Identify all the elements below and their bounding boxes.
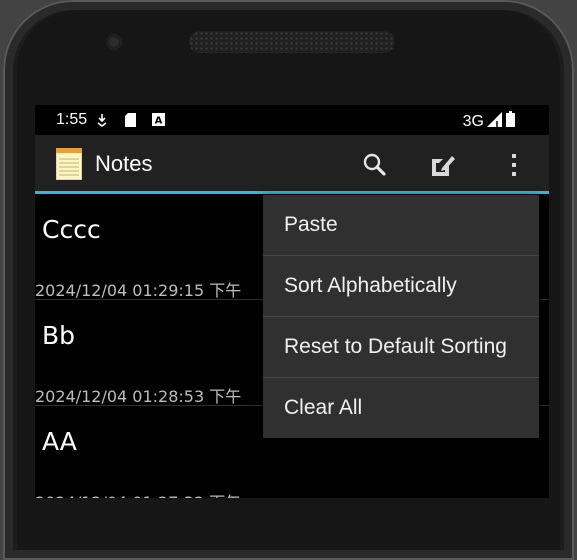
front-camera bbox=[106, 34, 122, 50]
menu-item-clear-all[interactable]: Clear All bbox=[263, 378, 539, 438]
app-title: Notes bbox=[95, 151, 153, 176]
menu-item-reset-sorting[interactable]: Reset to Default Sorting bbox=[263, 317, 539, 378]
status-right: 3G bbox=[463, 111, 515, 132]
search-icon[interactable] bbox=[361, 151, 389, 179]
overflow-menu-icon[interactable] bbox=[500, 151, 528, 179]
keyboard-a-icon: A bbox=[152, 113, 165, 131]
phone-frame: 1:55 A 3G Notes Cccc 2024/12/04 01:29:15… bbox=[0, 0, 577, 560]
note-date: 2024/12/04 01:27:32 下午 bbox=[35, 489, 241, 498]
battery-icon bbox=[506, 111, 515, 132]
note-title: AA bbox=[42, 427, 77, 456]
note-title: Bb bbox=[42, 321, 76, 350]
new-note-icon[interactable] bbox=[429, 151, 457, 179]
svg-text:A: A bbox=[155, 116, 163, 127]
overflow-menu: Paste Sort Alphabetically Reset to Defau… bbox=[263, 195, 539, 438]
network-type: 3G bbox=[462, 112, 484, 130]
status-time: 1:55 bbox=[56, 111, 88, 128]
sd-card-icon bbox=[125, 113, 136, 132]
menu-item-sort-alphabetically[interactable]: Sort Alphabetically bbox=[263, 256, 539, 317]
note-title: Cccc bbox=[42, 215, 101, 244]
signal-icon bbox=[487, 111, 503, 132]
screen: 1:55 A 3G Notes Cccc 2024/12/04 01:29:15… bbox=[35, 105, 549, 498]
notepad-icon bbox=[55, 148, 83, 181]
status-bar: 1:55 A 3G bbox=[35, 105, 549, 135]
note-date: 2024/12/04 01:28:53 下午 bbox=[35, 387, 242, 406]
earpiece-speaker bbox=[189, 31, 395, 53]
download-icon bbox=[97, 113, 107, 132]
note-date: 2024/12/04 01:29:15 下午 bbox=[35, 281, 242, 300]
action-bar: Notes bbox=[35, 135, 549, 194]
menu-item-paste[interactable]: Paste bbox=[263, 195, 539, 256]
